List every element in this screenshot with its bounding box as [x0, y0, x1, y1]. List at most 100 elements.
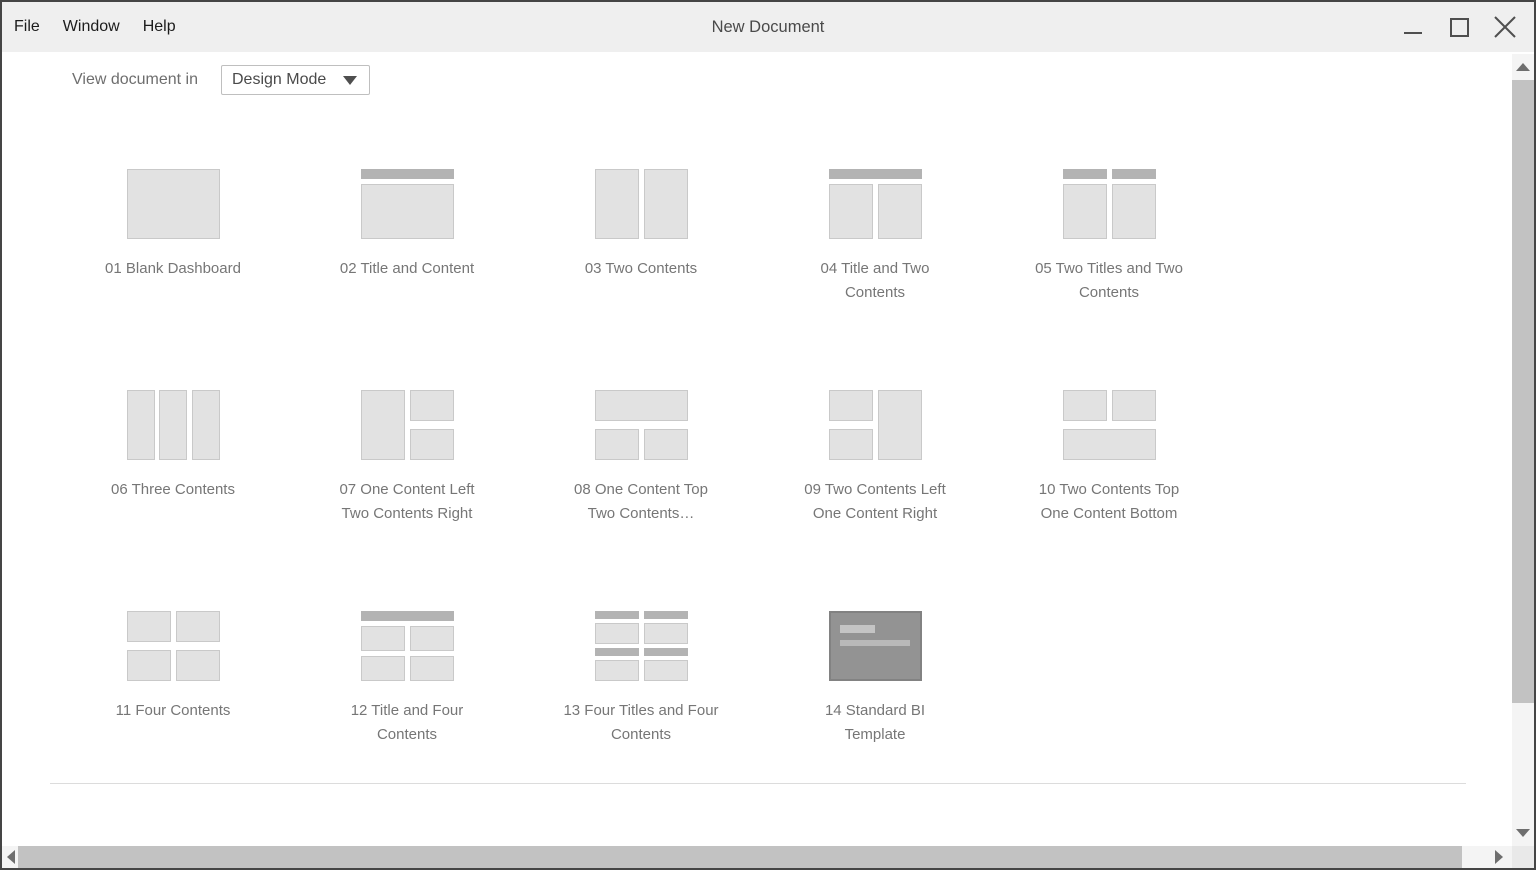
- template-thumbnail: [1063, 169, 1156, 239]
- thumb-content-box: [410, 429, 454, 460]
- template-label: 08 One Content Top Two Contents…: [559, 478, 723, 526]
- thumb-content-box: [829, 429, 873, 460]
- template-13-four-titles-and-four-contents[interactable]: 13 Four Titles and Four Contents: [524, 611, 758, 832]
- template-11-four-contents[interactable]: 11 Four Contents: [56, 611, 290, 832]
- template-04-title-and-two-contents[interactable]: 04 Title and Two Contents: [758, 169, 992, 390]
- thumb-content-box: [361, 656, 405, 681]
- template-row-3: 11 Four Contents 12 Title and Four Conte…: [56, 611, 1226, 832]
- template-06-three-contents[interactable]: 06 Three Contents: [56, 390, 290, 611]
- template-label: 02 Title and Content: [340, 257, 474, 281]
- thumb-title-bar: [829, 169, 922, 179]
- template-label: 05 Two Titles and Two Contents: [1027, 257, 1191, 305]
- thumb-content-box: [1112, 184, 1156, 239]
- view-mode-value: Design Mode: [232, 71, 326, 89]
- template-label: 11 Four Contents: [116, 699, 231, 723]
- minimize-button[interactable]: [1402, 15, 1424, 39]
- template-thumbnail: [361, 390, 454, 460]
- thumb-title-bar: [1063, 169, 1107, 179]
- thumb-content-box: [829, 390, 873, 421]
- scroll-up-arrow-icon[interactable]: [1516, 63, 1530, 71]
- template-thumbnail: [361, 169, 454, 239]
- template-label: 04 Title and Two Contents: [793, 257, 957, 305]
- thumb-title-bar: [361, 169, 454, 179]
- thumb-content-box: [410, 656, 454, 681]
- vertical-scrollbar[interactable]: [1512, 54, 1534, 846]
- template-label: 10 Two Contents Top One Content Bottom: [1027, 478, 1191, 526]
- menu-help[interactable]: Help: [143, 18, 176, 36]
- thumb-content-box: [644, 169, 688, 239]
- scroll-down-arrow-icon[interactable]: [1516, 829, 1530, 837]
- template-02-title-and-content[interactable]: 02 Title and Content: [290, 169, 524, 390]
- chevron-down-icon: [343, 76, 357, 85]
- template-thumbnail: [829, 611, 922, 681]
- thumb-title-bar: [1112, 169, 1156, 179]
- thumb-title-bar: [644, 611, 688, 619]
- template-09-two-contents-left-one-content-right[interactable]: 09 Two Contents Left One Content Right: [758, 390, 992, 611]
- thumb-text-line: [840, 625, 875, 633]
- template-05-two-titles-and-two-contents[interactable]: 05 Two Titles and Two Contents: [992, 169, 1226, 390]
- template-thumbnail: [829, 390, 922, 460]
- template-thumbnail: [1063, 390, 1156, 460]
- minimize-icon: [1404, 32, 1422, 34]
- thumb-content-box: [176, 650, 220, 681]
- thumb-content-box: [1063, 429, 1156, 460]
- template-thumbnail: [595, 611, 688, 681]
- thumb-text-line: [840, 640, 910, 646]
- window-controls: [1402, 2, 1516, 52]
- thumb-content-box: [595, 169, 639, 239]
- template-12-title-and-four-contents[interactable]: 12 Title and Four Contents: [290, 611, 524, 832]
- template-row-1: 01 Blank Dashboard 02 Title and Content …: [56, 169, 1226, 390]
- template-thumbnail: [595, 169, 688, 239]
- thumb-content-box: [127, 611, 171, 642]
- vertical-scrollbar-thumb[interactable]: [1512, 80, 1534, 703]
- thumb-content-box: [829, 184, 873, 239]
- thumb-content-box: [361, 390, 405, 460]
- thumb-content-box: [127, 390, 155, 460]
- thumb-content-box: [644, 660, 688, 681]
- thumb-content-box: [595, 660, 639, 681]
- scroll-left-arrow-icon[interactable]: [7, 850, 15, 864]
- thumb-title-bar: [595, 648, 639, 656]
- template-thumbnail: [127, 611, 220, 681]
- horizontal-scrollbar-thumb[interactable]: [18, 846, 1462, 868]
- thumb-title-bar: [595, 611, 639, 619]
- template-08-one-content-top-two-contents-bottom[interactable]: 08 One Content Top Two Contents…: [524, 390, 758, 611]
- menu-file[interactable]: File: [14, 18, 40, 36]
- close-button[interactable]: [1494, 15, 1516, 39]
- template-label: 06 Three Contents: [111, 478, 235, 502]
- thumb-content-box: [878, 184, 922, 239]
- template-10-two-contents-top-one-content-bottom[interactable]: 10 Two Contents Top One Content Bottom: [992, 390, 1226, 611]
- template-thumbnail: [127, 169, 220, 239]
- scrollbar-corner: [1512, 846, 1534, 868]
- template-label: 14 Standard BI Template: [793, 699, 957, 747]
- window-title: New Document: [2, 18, 1534, 37]
- maximize-button[interactable]: [1448, 15, 1470, 39]
- thumb-dark-preview: [829, 611, 922, 681]
- template-thumbnail: [829, 169, 922, 239]
- template-03-two-contents[interactable]: 03 Two Contents: [524, 169, 758, 390]
- scroll-right-arrow-icon[interactable]: [1495, 850, 1503, 864]
- thumb-content-box: [127, 169, 220, 239]
- template-thumbnail: [127, 390, 220, 460]
- thumb-content-box: [410, 390, 454, 421]
- thumb-content-box: [1063, 390, 1107, 421]
- horizontal-scrollbar[interactable]: [2, 846, 1512, 868]
- thumb-content-box: [127, 650, 171, 681]
- view-mode-dropdown[interactable]: Design Mode: [221, 65, 370, 95]
- template-14-standard-bi-template[interactable]: 14 Standard BI Template: [758, 611, 992, 832]
- new-document-window: New Document File Window Help View docum…: [0, 0, 1536, 870]
- template-thumbnail: [361, 611, 454, 681]
- template-label: 01 Blank Dashboard: [105, 257, 241, 281]
- thumb-content-box: [361, 184, 454, 239]
- thumb-content-box: [644, 623, 688, 644]
- thumb-content-box: [192, 390, 220, 460]
- menu-window[interactable]: Window: [63, 18, 120, 36]
- thumb-content-box: [595, 390, 688, 421]
- thumb-content-box: [410, 626, 454, 651]
- template-row-2: 06 Three Contents 07 One Content Left Tw…: [56, 390, 1226, 611]
- close-icon: [1494, 16, 1516, 38]
- template-07-one-content-left-two-contents-right[interactable]: 07 One Content Left Two Contents Right: [290, 390, 524, 611]
- template-thumbnail: [595, 390, 688, 460]
- template-01-blank-dashboard[interactable]: 01 Blank Dashboard: [56, 169, 290, 390]
- menu-bar: File Window Help: [2, 18, 199, 36]
